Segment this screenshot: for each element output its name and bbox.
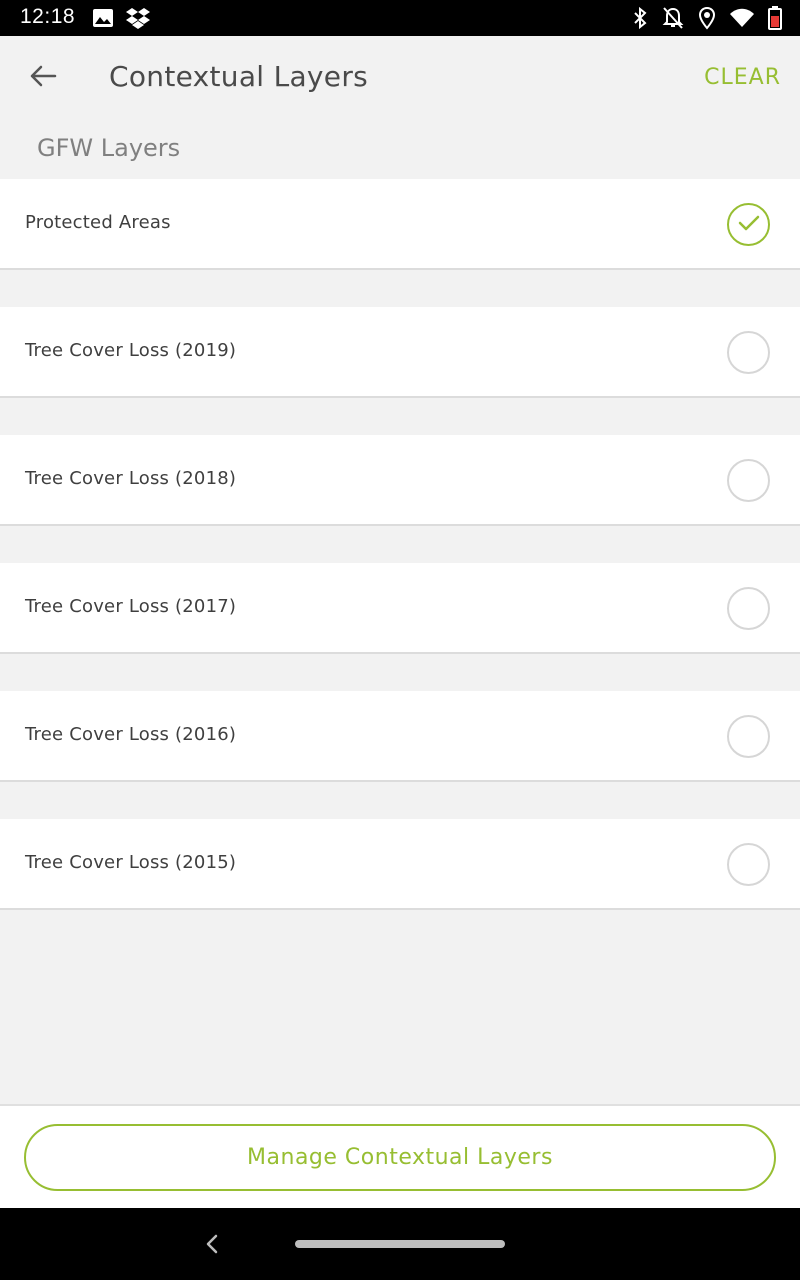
- layer-label: Protected Areas: [25, 212, 171, 233]
- page-title: Contextual Layers: [109, 60, 369, 93]
- layer-row-protected-areas[interactable]: Protected Areas: [0, 179, 800, 270]
- layer-row-tree-cover-loss-2017[interactable]: Tree Cover Loss (2017): [0, 563, 800, 654]
- chevron-left-icon: [198, 1234, 226, 1262]
- row-divider: [0, 654, 800, 691]
- back-button[interactable]: [22, 58, 64, 98]
- check-icon: [738, 214, 760, 236]
- nav-home-pill[interactable]: [295, 1240, 505, 1248]
- layer-label: Tree Cover Loss (2015): [25, 852, 237, 873]
- row-divider: [0, 398, 800, 435]
- layer-row-tree-cover-loss-2019[interactable]: Tree Cover Loss (2019): [0, 307, 800, 398]
- layer-radio[interactable]: [727, 331, 770, 374]
- status-right-icons: [632, 6, 782, 30]
- layer-label: Tree Cover Loss (2017): [25, 596, 237, 617]
- row-divider: [0, 270, 800, 307]
- bluetooth-icon: [632, 6, 648, 30]
- bottom-action-area: Manage Contextual Layers: [0, 1104, 800, 1208]
- layer-row-tree-cover-loss-2016[interactable]: Tree Cover Loss (2016): [0, 691, 800, 782]
- status-time: 12:18: [20, 5, 76, 28]
- layer-list: Protected Areas Tree Cover Loss (2019) T…: [0, 179, 800, 910]
- layer-radio[interactable]: [727, 843, 770, 886]
- clear-button[interactable]: CLEAR: [704, 65, 781, 90]
- row-divider: [0, 526, 800, 563]
- notifications-off-icon: [662, 6, 684, 30]
- layer-label: Tree Cover Loss (2016): [25, 724, 237, 745]
- wifi-icon: [730, 8, 754, 28]
- layer-radio-checked[interactable]: [727, 203, 770, 246]
- layer-radio[interactable]: [727, 587, 770, 630]
- battery-icon: [768, 6, 782, 30]
- dropbox-icon: [126, 7, 150, 29]
- row-divider: [0, 782, 800, 819]
- image-icon: [92, 8, 114, 28]
- system-nav-bar: [0, 1208, 800, 1280]
- status-bar: 12:18: [0, 0, 800, 36]
- app-bar: Contextual Layers CLEAR: [0, 36, 800, 120]
- manage-contextual-layers-button[interactable]: Manage Contextual Layers: [24, 1124, 776, 1191]
- layer-label: Tree Cover Loss (2019): [25, 340, 237, 361]
- layer-row-tree-cover-loss-2015[interactable]: Tree Cover Loss (2015): [0, 819, 800, 910]
- layer-radio[interactable]: [727, 459, 770, 502]
- layer-row-tree-cover-loss-2018[interactable]: Tree Cover Loss (2018): [0, 435, 800, 526]
- layer-label: Tree Cover Loss (2018): [25, 468, 237, 489]
- nav-back-button[interactable]: [198, 1230, 226, 1258]
- layer-radio[interactable]: [727, 715, 770, 758]
- section-header: GFW Layers: [37, 134, 181, 162]
- arrow-back-icon: [29, 64, 57, 92]
- location-icon: [698, 6, 716, 30]
- status-left-icons: [92, 7, 150, 29]
